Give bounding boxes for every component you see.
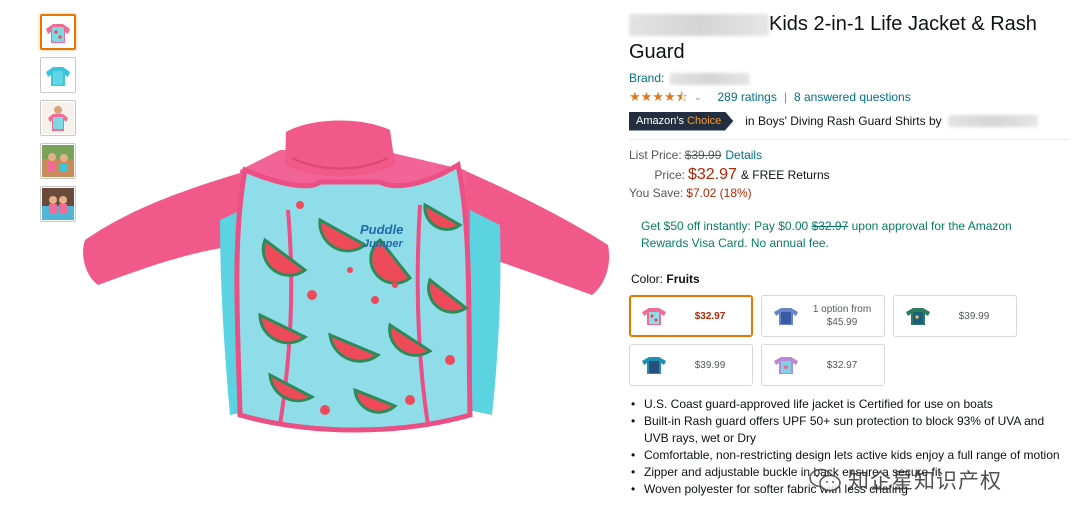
life-jacket-illustration: Puddle Jumper	[83, 120, 610, 433]
you-save-label: You Save:	[629, 186, 684, 200]
watermark-text: 知企星知识产权	[848, 470, 1002, 493]
price-label: Price:	[654, 168, 685, 182]
swatch-butterfly-thumbnail	[772, 352, 800, 378]
divider-line	[629, 139, 1069, 140]
swatch-butterfly-price: $32.97	[826, 359, 858, 371]
thumbnail-pool-image	[42, 188, 74, 220]
chevron-down-icon[interactable]: ⌄	[694, 87, 702, 107]
selected-color-name: Fruits	[666, 272, 700, 286]
puddle-jumper-logo-line1: Puddle	[360, 222, 403, 237]
promo-text-before: Get $50 off instantly: Pay $0.00	[641, 219, 809, 233]
puddle-jumper-logo-line2: Jumper	[363, 238, 403, 250]
swatch-blue-thumbnail	[772, 303, 800, 329]
list-price-value: $39.99	[684, 148, 722, 162]
credit-card-promo[interactable]: Get $50 off instantly: Pay $0.00 $32.97 …	[641, 218, 1051, 252]
product-info: Kids 2-in-1 Life Jacket & Rash Guard Bra…	[629, 10, 1069, 286]
product-title: Kids 2-in-1 Life Jacket & Rash Guard	[629, 10, 1069, 66]
thumbnail-1[interactable]	[40, 14, 76, 50]
feature-bullet: U.S. Coast guard-approved life jacket is…	[629, 396, 1069, 413]
rating-row: ★★★★⯪ ⌄ 289 ratings | 8 answered questio…	[629, 87, 1069, 107]
swatch-dino[interactable]: $39.99	[893, 295, 1017, 337]
thumbnail-5[interactable]	[40, 186, 76, 222]
swatch-blue-price-block: 1 option from $45.99	[800, 303, 884, 329]
promo-struck-price: $32.97	[811, 219, 849, 233]
details-link[interactable]: Details	[725, 148, 762, 162]
brand-line: Brand:	[629, 70, 1069, 86]
swatch-dino-thumbnail	[904, 303, 932, 329]
list-price-label: List Price:	[629, 148, 682, 162]
redacted-brand-link[interactable]	[669, 72, 750, 85]
choice-badge-prefix: Amazon's	[636, 114, 684, 127]
swatch-fruits-thumbnail	[640, 303, 668, 329]
swatch-shark-price: $39.99	[694, 359, 726, 371]
watermark: 知企星知识产权	[808, 465, 1002, 495]
feature-bullet: Built-in Rash guard offers UPF 50+ sun p…	[629, 413, 1069, 447]
current-price: $32.97	[688, 166, 737, 183]
brand-label: Brand:	[629, 71, 665, 85]
thumbnail-lifestyle-image	[42, 145, 74, 177]
swatch-fruits-price: $32.97	[694, 310, 726, 322]
thumbnail-2[interactable]	[40, 57, 76, 93]
swatch-shark-thumbnail	[640, 352, 668, 378]
thumbnail-vest-back-image	[46, 67, 70, 86]
you-save-row: You Save: $7.02 (18%)	[629, 186, 1069, 204]
thumbnail-3[interactable]	[40, 100, 76, 136]
choice-category-text: in Boys' Diving Rash Guard Shirts by	[745, 114, 942, 128]
color-selector-label: Color: Fruits	[631, 272, 1069, 286]
feature-bullet: Comfortable, non-restricting design lets…	[629, 447, 1069, 464]
list-price-row: List Price: $39.99 Details	[629, 148, 1069, 166]
redacted-brand-name	[629, 13, 769, 36]
price-block: List Price: $39.99 Details Price: $32.97…	[629, 148, 1069, 204]
you-save-value: $7.02 (18%)	[686, 186, 752, 200]
swatch-butterfly[interactable]: $32.97	[761, 344, 885, 386]
color-label: Color:	[631, 272, 664, 286]
amazons-choice-row: Amazon's Choice in Boys' Diving Rash Gua…	[629, 111, 1069, 131]
thumbnail-4[interactable]	[40, 143, 76, 179]
color-swatch-grid: $32.97 1 option from $45.99 $39.99 $39.9…	[629, 295, 1029, 387]
amazons-choice-badge[interactable]: Amazon's Choice	[629, 111, 734, 131]
swatch-blue-option-text: 1 option from	[812, 304, 872, 315]
divider: |	[783, 90, 787, 104]
wechat-icon	[809, 468, 841, 492]
swatch-dino-price: $39.99	[958, 310, 990, 322]
swatch-shark[interactable]: $39.99	[629, 344, 753, 386]
price-row: Price: $32.97 & FREE Returns	[629, 166, 1069, 186]
thumbnail-vest-worn-image	[42, 102, 74, 134]
ratings-count-link[interactable]: 289 ratings	[717, 87, 776, 107]
main-product-image: Puddle Jumper	[80, 110, 612, 445]
swatch-blue-price: $45.99	[826, 317, 858, 328]
thumbnail-vest-front-image	[46, 24, 70, 43]
swatch-fruits[interactable]: $32.97	[629, 295, 753, 337]
choice-badge-accent: Choice	[687, 114, 722, 127]
answered-questions-link[interactable]: 8 answered questions	[794, 87, 911, 107]
star-rating-icon[interactable]: ★★★★⯪	[629, 87, 688, 107]
thumbnail-strip	[40, 14, 80, 229]
redacted-seller-name	[947, 115, 1038, 127]
free-returns-link[interactable]: & FREE Returns	[741, 168, 830, 182]
swatch-blue-navy[interactable]: 1 option from $45.99	[761, 295, 885, 337]
